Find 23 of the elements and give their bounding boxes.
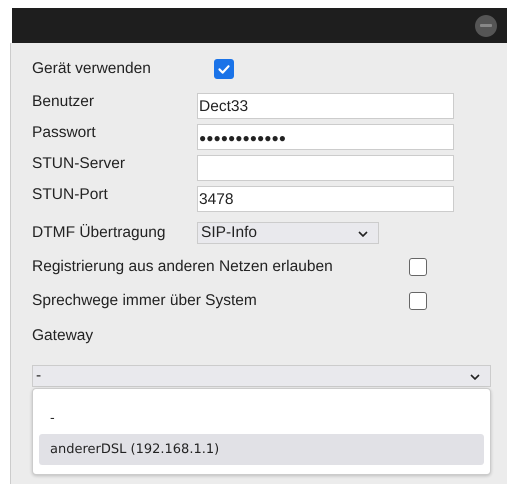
- field-label: Sprechwege immer über System: [32, 292, 257, 310]
- dropdown[interactable]: -: [32, 365, 491, 387]
- field-label: Gerät verwenden: [32, 60, 151, 78]
- checkbox[interactable]: [409, 292, 427, 310]
- input-field[interactable]: Dect33: [197, 93, 454, 119]
- input-field[interactable]: ●●●●●●●●●●●●: [197, 124, 454, 150]
- dropdown-option[interactable]: -: [39, 403, 484, 434]
- field-label: DTMF Übertragung: [32, 224, 167, 242]
- field-label: Gateway: [32, 327, 94, 344]
- input-field[interactable]: [197, 155, 454, 181]
- minimize-icon[interactable]: [475, 14, 497, 36]
- chevron-icon: [470, 374, 480, 380]
- field-label: Registrierung aus anderen Netzen erlauben: [32, 258, 333, 276]
- checkbox[interactable]: [214, 59, 234, 79]
- field-label: STUN-Server: [32, 155, 126, 173]
- field-label: STUN-Port: [32, 186, 109, 204]
- checkbox[interactable]: [409, 258, 427, 276]
- chevron-icon: [358, 231, 368, 237]
- field-label: Benutzer: [32, 93, 96, 111]
- dropdown-option[interactable]: andererDSL (192.168.1.1): [39, 434, 484, 465]
- dropdown[interactable]: SIP-Info: [197, 222, 379, 244]
- input-field[interactable]: 3478: [197, 186, 454, 212]
- field-label: Passwort: [32, 124, 97, 142]
